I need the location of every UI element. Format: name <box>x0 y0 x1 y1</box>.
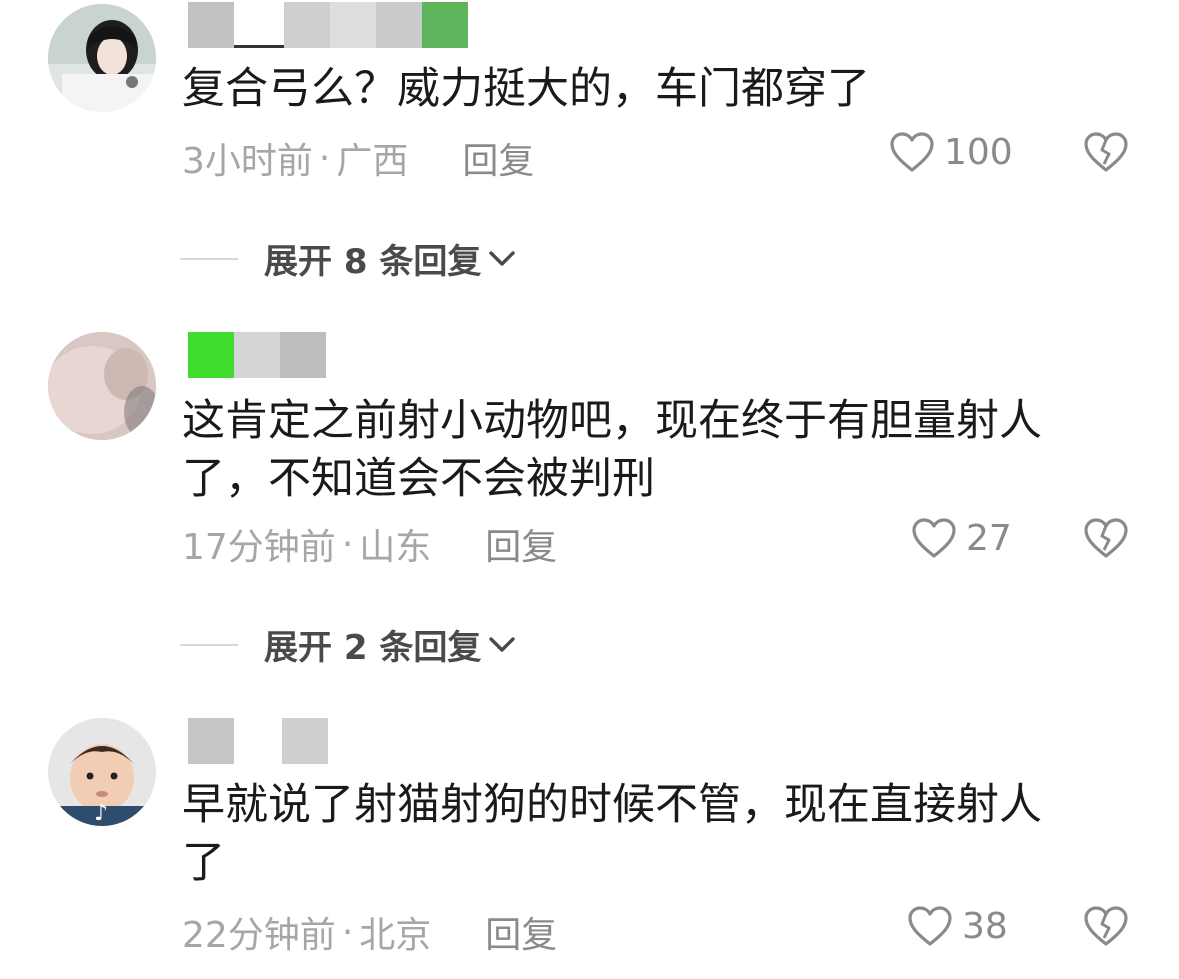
reply-button[interactable]: 回复 <box>485 518 557 570</box>
avatar[interactable] <box>48 332 156 440</box>
like-button[interactable]: 100 <box>888 130 1013 174</box>
expand-replies-button[interactable]: 展开 2 条回复 <box>180 620 517 669</box>
dislike-button[interactable] <box>1082 130 1130 178</box>
meta-separator: · <box>341 523 354 565</box>
divider-line <box>180 257 238 260</box>
user-avatar-child-icon: ♪ <box>48 718 156 826</box>
comment-time: 22分钟前 <box>182 915 336 956</box>
dislike-button[interactable] <box>1082 516 1130 564</box>
broken-heart-icon <box>1084 132 1128 172</box>
meta-separator: · <box>341 911 354 953</box>
comment-location: 北京 <box>359 915 432 956</box>
like-button[interactable]: 27 <box>910 516 1012 560</box>
svg-text:♪: ♪ <box>94 801 108 826</box>
chevron-down-icon <box>489 636 516 652</box>
meta-separator: · <box>318 137 331 179</box>
reply-button[interactable]: 回复 <box>462 132 534 184</box>
avatar[interactable]: ♪ <box>48 718 156 826</box>
expand-replies-label: 展开 8 条回复 <box>264 242 482 282</box>
username-mask <box>188 718 328 764</box>
broken-heart-icon <box>1084 906 1128 946</box>
expand-replies-button[interactable]: 展开 8 条回复 <box>180 234 517 283</box>
heart-outline-icon <box>890 132 934 172</box>
like-button[interactable]: 38 <box>906 904 1008 948</box>
heart-outline-icon <box>912 518 956 558</box>
comment-time: 17分钟前 <box>182 527 336 568</box>
comment-location: 广西 <box>336 141 409 182</box>
comment-location: 山东 <box>359 527 432 568</box>
like-count: 38 <box>962 905 1008 947</box>
reply-button[interactable]: 回复 <box>485 906 557 958</box>
user-avatar-girl-icon <box>48 4 156 112</box>
comment-text: 这肯定之前射小动物吧，现在终于有胆量射人 了，不知道会不会被判刑 <box>182 396 1042 504</box>
dislike-button[interactable] <box>1082 904 1130 952</box>
divider-line <box>180 643 238 646</box>
chevron-down-icon <box>489 250 516 266</box>
comment-time: 3小时前 <box>182 141 313 182</box>
user-avatar-pink-icon <box>48 332 156 440</box>
comment-meta: 22分钟前 · 北京 回复 <box>182 906 557 958</box>
avatar[interactable] <box>48 4 156 112</box>
broken-heart-icon <box>1084 518 1128 558</box>
comment-text: 早就说了射猫射狗的时候不管，现在直接射人 了 <box>182 780 1042 888</box>
comment-meta: 17分钟前 · 山东 回复 <box>182 518 557 570</box>
username-mask <box>188 2 468 48</box>
heart-outline-icon <box>908 906 952 946</box>
like-count: 100 <box>944 131 1013 173</box>
username-mask <box>188 332 326 378</box>
expand-replies-label: 展开 2 条回复 <box>264 628 482 668</box>
comment-meta: 3小时前 · 广西 回复 <box>182 132 534 184</box>
comment-text: 复合弓么？威力挺大的，车门都穿了 <box>182 64 870 114</box>
like-count: 27 <box>966 517 1012 559</box>
